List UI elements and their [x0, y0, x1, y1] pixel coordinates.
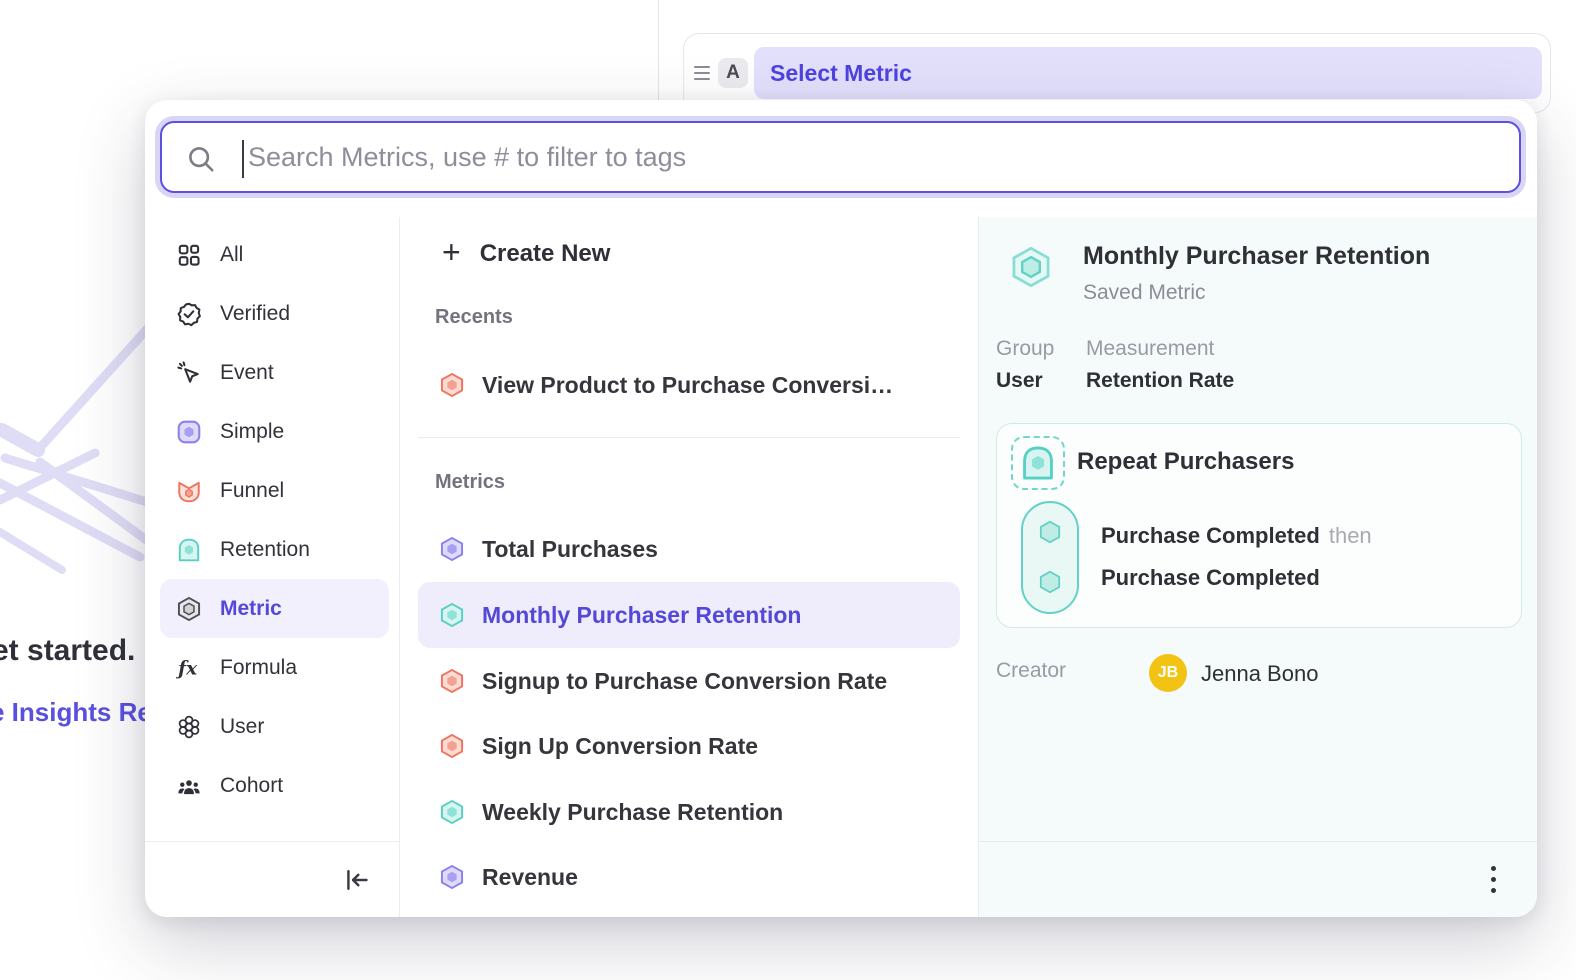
- sidebar-item-verified[interactable]: Verified: [160, 284, 389, 343]
- measurement-field-value: Retention Rate: [1086, 369, 1234, 393]
- retention-hexagon-icon: [176, 537, 202, 563]
- select-metric-button[interactable]: Select Metric: [754, 47, 1542, 99]
- sidebar-item-retention[interactable]: Retention: [160, 520, 389, 579]
- sidebar-item-user[interactable]: User: [160, 697, 389, 756]
- definition-name: Repeat Purchasers: [1077, 448, 1294, 476]
- sidebar-item-formula[interactable]: ƒx Formula: [160, 638, 389, 697]
- sidebar-item-label: Simple: [220, 420, 284, 444]
- list-item-label: Revenue: [482, 864, 578, 891]
- svg-text:ƒx: ƒx: [176, 658, 198, 679]
- creator-avatar: JB: [1149, 654, 1187, 692]
- sidebar-item-cohort[interactable]: Cohort: [160, 756, 389, 815]
- metric-hexagon-icon: [176, 596, 202, 622]
- cursor-click-icon: [176, 360, 202, 386]
- list-item-recent[interactable]: View Product to Purchase Conversi…: [418, 353, 960, 417]
- series-badge: A: [718, 58, 748, 88]
- metric-hexagon-icon: [439, 668, 465, 694]
- verified-seal-icon: [176, 301, 202, 327]
- create-new-button[interactable]: + Create New: [418, 224, 960, 284]
- sidebar-item-all[interactable]: All: [160, 225, 389, 284]
- metric-hexagon-icon: [439, 733, 465, 759]
- text-caret: [242, 140, 244, 178]
- background-partial-heading: et started.: [0, 634, 135, 668]
- grid-icon: [176, 242, 202, 268]
- sidebar-item-label: Event: [220, 361, 274, 385]
- metric-hexagon-icon: [439, 799, 465, 825]
- sidebar-item-metric[interactable]: Metric: [160, 579, 389, 638]
- detail-subtitle: Saved Metric: [1083, 281, 1206, 305]
- sidebar-item-event[interactable]: Event: [160, 343, 389, 402]
- list-item-sign-up-conversion-rate[interactable]: Sign Up Conversion Rate: [418, 713, 960, 779]
- sidebar-item-label: Retention: [220, 538, 310, 562]
- sidebar-item-label: Formula: [220, 656, 297, 680]
- sidebar-item-label: Cohort: [220, 774, 283, 798]
- simple-hexagon-icon: [176, 419, 202, 445]
- list-item-label: Monthly Purchaser Retention: [482, 602, 801, 629]
- list-item-signup-to-purchase-conversion-rate[interactable]: Signup to Purchase Conversion Rate: [418, 648, 960, 714]
- metric-hexagon-icon: [439, 536, 465, 562]
- user-cluster-icon: [176, 714, 202, 740]
- select-metric-label: Select Metric: [770, 60, 912, 87]
- creator-label: Creator: [996, 659, 1066, 683]
- detail-footer: [979, 841, 1537, 917]
- definition-step-2: Purchase Completed: [1101, 565, 1320, 591]
- event-sequence-capsule: [1021, 501, 1079, 614]
- filter-sidebar: All Verified: [145, 217, 400, 917]
- detail-title: Monthly Purchaser Retention: [1083, 242, 1430, 271]
- retention-definition-icon: [1011, 436, 1065, 490]
- background-chart-illustration: [0, 320, 165, 680]
- definition-connector: then: [1329, 523, 1372, 548]
- list-item-label: View Product to Purchase Conversi…: [482, 372, 893, 399]
- list-item-total-purchases[interactable]: Total Purchases: [418, 516, 960, 582]
- metric-hexagon-icon: [439, 864, 465, 890]
- funnel-hexagon-icon: [176, 478, 202, 504]
- list-item-label: Sign Up Conversion Rate: [482, 733, 758, 760]
- sidebar-item-simple[interactable]: Simple: [160, 402, 389, 461]
- search-box[interactable]: [160, 121, 1521, 193]
- metric-hexagon-icon: [1009, 245, 1053, 289]
- definition-step-1: Purchase Completedthen: [1101, 523, 1372, 549]
- metric-list: + Create New Recents View Product to Pur…: [400, 217, 978, 917]
- list-item-monthly-purchaser-retention[interactable]: Monthly Purchaser Retention: [418, 582, 960, 648]
- list-item-revenue[interactable]: Revenue: [418, 844, 960, 910]
- plus-icon: +: [442, 234, 461, 271]
- event-hexagon-icon: [1037, 569, 1063, 595]
- sidebar-item-label: User: [220, 715, 264, 739]
- background-divider: [658, 0, 659, 112]
- metric-hexagon-icon: [439, 602, 465, 628]
- sidebar-item-label: Funnel: [220, 479, 284, 503]
- metric-definition-card: Repeat Purchasers Purchase Completedthen…: [996, 423, 1522, 628]
- formula-fx-icon: ƒx: [176, 655, 202, 681]
- search-input[interactable]: [248, 125, 1488, 189]
- recents-header: Recents: [435, 306, 513, 329]
- search-icon: [186, 144, 216, 174]
- sidebar-item-label: Metric: [220, 597, 282, 621]
- group-field-value: User: [996, 369, 1043, 393]
- list-divider: [418, 437, 960, 438]
- list-item-weekly-purchase-retention[interactable]: Weekly Purchase Retention: [418, 779, 960, 845]
- metric-picker-modal: All Verified: [145, 100, 1537, 917]
- cohort-people-icon: [176, 773, 202, 799]
- group-field-label: Group: [996, 337, 1054, 361]
- creator-name: Jenna Bono: [1201, 661, 1318, 687]
- list-item-label: Weekly Purchase Retention: [482, 799, 783, 826]
- more-options-button[interactable]: [1491, 866, 1496, 893]
- create-new-label: Create New: [480, 240, 611, 268]
- sidebar-item-label: All: [220, 243, 243, 267]
- collapse-left-icon: [342, 866, 370, 894]
- sidebar-item-funnel[interactable]: Funnel: [160, 461, 389, 520]
- list-item-label: Total Purchases: [482, 536, 658, 563]
- sidebar-item-label: Verified: [220, 302, 290, 326]
- measurement-field-label: Measurement: [1086, 337, 1214, 361]
- drag-handle-icon[interactable]: [694, 66, 710, 80]
- metrics-header: Metrics: [435, 471, 505, 494]
- list-item-label: Signup to Purchase Conversion Rate: [482, 668, 887, 695]
- metric-detail-panel: Monthly Purchaser Retention Saved Metric…: [978, 217, 1537, 917]
- event-hexagon-icon: [1037, 519, 1063, 545]
- background-partial-link[interactable]: e Insights Re: [0, 697, 152, 728]
- collapse-sidebar-button[interactable]: [342, 866, 370, 894]
- metric-hexagon-icon: [439, 372, 465, 398]
